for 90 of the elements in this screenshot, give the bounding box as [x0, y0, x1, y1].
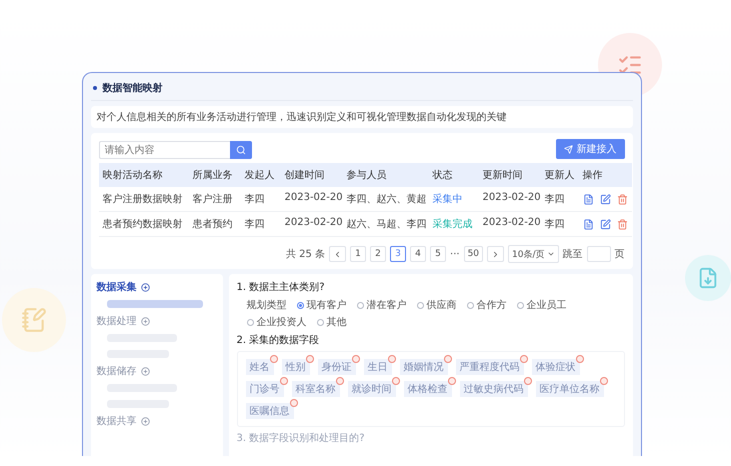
table-cell: 2023-02-20 [280, 212, 342, 237]
remove-icon[interactable] [336, 377, 344, 385]
radio-option[interactable]: 企业员工 [516, 298, 566, 312]
remove-icon[interactable] [444, 355, 452, 363]
question-title: 2. 采集的数据字段 [236, 334, 320, 347]
edit-icon[interactable] [600, 194, 610, 204]
radio-option[interactable]: 现有客户 [296, 298, 346, 312]
radio-button[interactable] [516, 302, 524, 308]
table-cell: 患者预约数据映射 [98, 212, 188, 237]
column-header: 状态 [428, 163, 478, 187]
table-cell: 客户注册数据映射 [98, 187, 188, 212]
radio-button[interactable] [296, 302, 304, 308]
page-suffix: 页 [614, 248, 624, 261]
remove-icon[interactable] [352, 355, 360, 363]
radio-button[interactable] [316, 318, 324, 326]
remove-icon[interactable] [388, 355, 396, 363]
table-cell: 李四 [240, 187, 280, 212]
question-title: 1. 数据主主体类别? [236, 280, 326, 294]
page-button[interactable]: 4 [410, 246, 426, 262]
edit-icon[interactable] [600, 218, 610, 230]
page-button[interactable]: 5 [430, 246, 446, 262]
table-cell: 患者预约 [188, 212, 240, 237]
remove-icon[interactable] [280, 377, 288, 385]
page-button[interactable]: 2 [370, 246, 386, 262]
table-cell: 客户注册 [188, 187, 240, 212]
file-download-icon [685, 255, 731, 301]
remove-icon[interactable] [306, 355, 314, 363]
column-header: 参与人员 [342, 163, 428, 187]
sidebar-section[interactable]: 数据采集 [96, 280, 216, 294]
view-icon[interactable] [582, 218, 594, 230]
status-text: 采集中 [428, 187, 478, 212]
table-cell: 李四 [240, 212, 280, 237]
radio-option[interactable]: 企业投资人 [246, 315, 306, 329]
total-count: 共 25 条 [286, 248, 326, 261]
radio-group-label: 规划类型 [246, 298, 286, 312]
radio-button[interactable] [466, 302, 474, 308]
jump-label: 跳至 [562, 248, 582, 261]
radio-option[interactable]: 潜在客户 [356, 298, 406, 312]
radio-option[interactable]: 供应商 [416, 298, 456, 312]
table-cell: 赵六、马超、李四 [342, 212, 428, 237]
paper-plane-icon [564, 144, 572, 154]
remove-icon[interactable] [524, 377, 532, 385]
column-header: 映射活动名称 [98, 163, 188, 187]
prev-page-button[interactable] [329, 246, 346, 262]
table-cell: 李四 [540, 212, 578, 237]
column-header: 创建时间 [280, 163, 342, 187]
table-cell: 2023-02-20 [280, 187, 342, 212]
add-icon[interactable] [140, 282, 150, 292]
remove-icon[interactable] [448, 377, 456, 385]
column-header: 所属业务 [188, 163, 240, 187]
column-header: 更新时间 [478, 163, 540, 187]
column-header: 操作 [578, 163, 632, 187]
next-page-button[interactable] [487, 246, 504, 262]
window-title: 数据智能映射 [102, 82, 162, 95]
remove-icon[interactable] [600, 377, 608, 385]
description-text: 对个人信息相关的所有业务活动进行管理，迅速识别定义和可视化管理数据自动化发现的关键 [90, 106, 632, 128]
table-cell: 李四、赵六、黄超 [342, 187, 428, 212]
page-button[interactable]: 50 [464, 246, 484, 262]
remove-icon[interactable] [576, 355, 584, 363]
page-button[interactable]: 1 [350, 246, 366, 262]
table-cell: 李四 [540, 187, 578, 212]
bullet-icon [92, 86, 96, 90]
caret-icon [546, 250, 554, 258]
radio-button[interactable] [416, 302, 424, 308]
add-icon[interactable] [140, 366, 150, 376]
view-icon[interactable] [582, 194, 594, 204]
radio-option[interactable]: 合作方 [466, 298, 506, 312]
remove-icon[interactable] [520, 355, 528, 363]
page-input[interactable] [586, 246, 610, 262]
column-header: 更新人 [540, 163, 578, 187]
ellipsis-text: ··· [450, 248, 460, 260]
radio-button[interactable] [356, 302, 364, 308]
table-cell: 2023-02-20 [478, 212, 540, 237]
question-title: 3. 数据字段识别和处理目的? [236, 432, 366, 445]
status-text: 采集完成 [428, 212, 478, 237]
remove-icon[interactable] [270, 355, 278, 363]
radio-option[interactable]: 其他 [316, 315, 346, 329]
add-icon[interactable] [140, 316, 150, 326]
search-button[interactable] [230, 141, 252, 159]
page-button[interactable]: 3 [390, 246, 406, 262]
search-icon [236, 145, 246, 155]
add-icon[interactable] [140, 416, 150, 426]
page-size-select[interactable]: 10条/页 [508, 245, 558, 263]
delete-icon[interactable] [616, 218, 628, 230]
radio-button[interactable] [246, 318, 254, 326]
table-cell: 2023-02-20 [478, 187, 540, 212]
remove-icon[interactable] [290, 399, 298, 407]
column-header: 发起人 [240, 163, 280, 187]
delete-icon[interactable] [616, 194, 628, 204]
remove-icon[interactable] [392, 377, 400, 385]
